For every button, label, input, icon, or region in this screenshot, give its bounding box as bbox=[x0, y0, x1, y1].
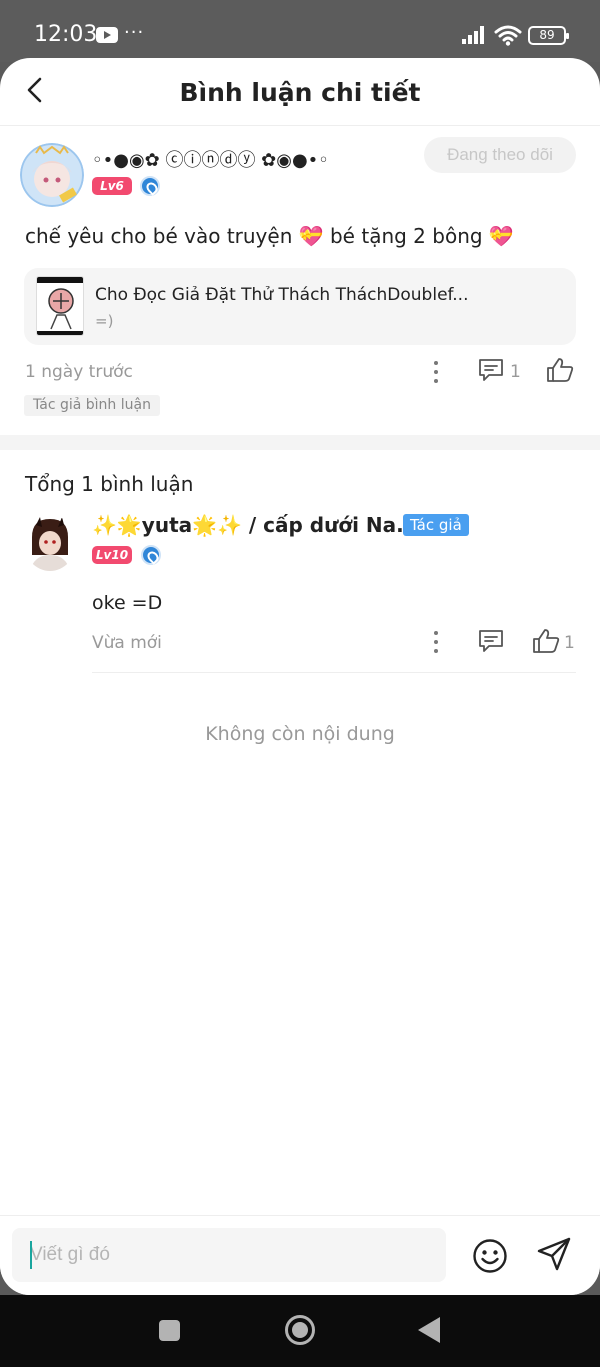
more-notifications-icon: ··· bbox=[124, 22, 145, 43]
following-button[interactable]: Đang theo dõi bbox=[424, 137, 576, 173]
reply-text: oke =D bbox=[92, 592, 163, 614]
story-subtitle: =) bbox=[95, 312, 114, 330]
avatar[interactable] bbox=[20, 143, 84, 207]
no-more-content-label: Không còn nội dung bbox=[205, 723, 395, 745]
text-caret bbox=[30, 1241, 32, 1269]
reply-divider bbox=[92, 672, 576, 673]
reply-like-count: 1 bbox=[564, 633, 575, 653]
back-button[interactable] bbox=[418, 1317, 440, 1343]
comment-detail-sheet: Bình luận chi tiết ◦•●◉✿ ⓒⓘⓝⓓⓨ ✿◉●•◦ Lv6… bbox=[0, 58, 600, 1295]
reply-like-icon[interactable] bbox=[532, 628, 560, 654]
story-thumbnail bbox=[36, 276, 84, 336]
reply-avatar[interactable] bbox=[24, 515, 76, 571]
comment-input[interactable] bbox=[12, 1228, 446, 1282]
status-bar: 12:03 ··· 89 bbox=[0, 0, 600, 62]
story-title: Cho Đọc Giả Đặt Thử Thách TháchDoublef..… bbox=[95, 285, 469, 305]
youtube-icon bbox=[96, 27, 118, 43]
author-comment-tag: Tác giả bình luận bbox=[24, 395, 160, 416]
emoji-icon[interactable] bbox=[472, 1238, 508, 1274]
section-divider bbox=[0, 435, 600, 450]
total-comments-label: Tổng 1 bình luận bbox=[25, 472, 194, 496]
reply-more-options-icon[interactable] bbox=[432, 630, 440, 654]
username[interactable]: ◦•●◉✿ ⓒⓘⓝⓓⓨ ✿◉●•◦ bbox=[92, 146, 329, 172]
story-card[interactable]: Cho Đọc Giả Đặt Thử Thách TháchDoublef..… bbox=[24, 268, 576, 345]
recent-apps-button[interactable] bbox=[159, 1320, 180, 1341]
author-badge: Tác giả bbox=[403, 514, 469, 536]
more-options-icon[interactable] bbox=[432, 360, 440, 384]
reply-username[interactable]: ✨🌟yuta🌟✨ / cấp dưới Na... bbox=[92, 513, 419, 537]
status-time: 12:03 bbox=[34, 22, 98, 47]
reply-time: Vừa mới bbox=[92, 633, 162, 653]
battery-icon: 89 bbox=[528, 26, 569, 45]
reply-level-badge: Lv10 bbox=[92, 546, 132, 564]
page-title: Bình luận chi tiết bbox=[179, 78, 421, 107]
comment-time: 1 ngày trước bbox=[25, 362, 133, 382]
comment-text: chế yêu cho bé vào truyện 💝 bé tặng 2 bô… bbox=[25, 224, 514, 248]
like-icon[interactable] bbox=[546, 357, 574, 383]
signal-icon bbox=[462, 26, 488, 44]
comment-icon[interactable] bbox=[478, 358, 504, 382]
system-nav-bar bbox=[0, 1295, 600, 1367]
comment-input-bar bbox=[0, 1215, 600, 1295]
home-button[interactable] bbox=[285, 1315, 315, 1345]
level-badge: Lv6 bbox=[92, 177, 132, 195]
send-icon[interactable] bbox=[536, 1236, 572, 1272]
header: Bình luận chi tiết bbox=[0, 58, 600, 126]
reply-count: 1 bbox=[510, 362, 521, 382]
wifi-icon bbox=[494, 25, 522, 46]
reply-verified-icon bbox=[141, 545, 161, 565]
verified-icon bbox=[140, 176, 160, 196]
reply-comment-icon[interactable] bbox=[478, 629, 504, 653]
